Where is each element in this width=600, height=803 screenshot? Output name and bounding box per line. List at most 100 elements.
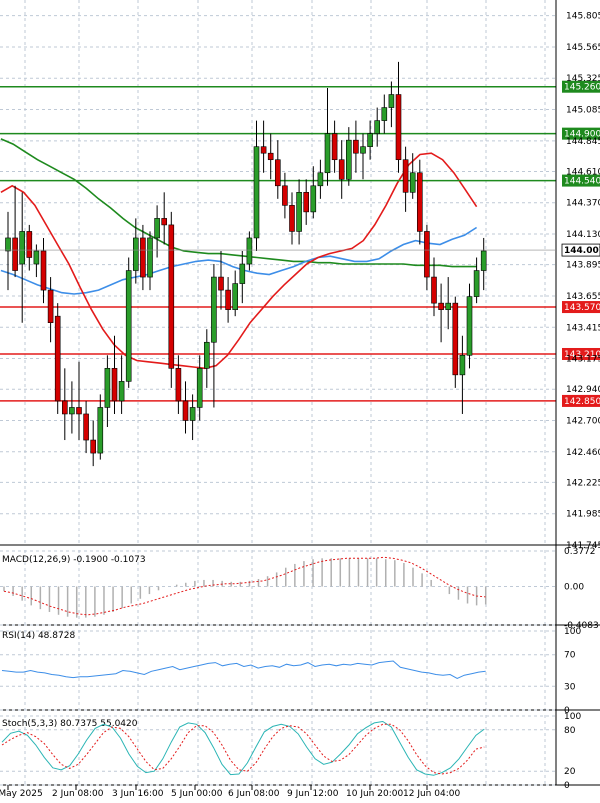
price-tick-label: 142.225 bbox=[566, 478, 600, 488]
bullish-candle bbox=[324, 133, 331, 174]
panel-tick-label: 0.3772 bbox=[564, 547, 596, 557]
support-resistance-levels: 145.260144.900144.540143.570143.210142.8… bbox=[0, 80, 600, 407]
price-tick-label: 141.985 bbox=[566, 510, 600, 520]
panel-tick-label: 30 bbox=[564, 682, 576, 692]
main-price-axis: 145.805 145.565 145.325 145.085 144.845 144.6… bbox=[0, 0, 600, 785]
rsi-line bbox=[1, 660, 486, 679]
bearish-candle bbox=[282, 185, 288, 206]
bearish-candle bbox=[260, 146, 267, 154]
bearish-candle bbox=[54, 315, 61, 402]
price-tick-label: 142.700 bbox=[566, 416, 600, 426]
bearish-candle bbox=[402, 159, 409, 193]
current-price-label: 144.007 bbox=[564, 246, 600, 256]
panel-tick-label: 100 bbox=[564, 712, 581, 722]
bullish-candle bbox=[473, 270, 480, 297]
support-level-label: 142.850 bbox=[564, 397, 600, 407]
bearish-candle bbox=[12, 237, 18, 271]
price-tick-label: 142.460 bbox=[566, 448, 600, 458]
price-tick-label: 144.370 bbox=[566, 199, 600, 209]
price-tick-label: 145.565 bbox=[566, 43, 600, 53]
bullish-candle bbox=[246, 237, 253, 265]
time-label: 3 Jun 16:00 bbox=[112, 789, 164, 799]
bearish-candle bbox=[61, 400, 68, 415]
panel-tick-label: 80 bbox=[564, 726, 576, 736]
bearish-candle bbox=[161, 218, 167, 226]
bullish-candle bbox=[33, 250, 40, 265]
ma-mid-line bbox=[0, 226, 478, 295]
bearish-candle bbox=[90, 439, 96, 454]
price-tick-label: 144.845 bbox=[566, 137, 600, 147]
panel-tick-label: 20 bbox=[564, 767, 576, 777]
price-tick-label: 144.130 bbox=[566, 230, 600, 240]
bearish-candle bbox=[83, 413, 89, 441]
bearish-candle bbox=[452, 302, 459, 376]
time-label: 12 Jun 04:00 bbox=[403, 789, 460, 799]
bullish-candle bbox=[253, 146, 260, 239]
price-tick-label: 142.940 bbox=[566, 385, 600, 395]
price-tick-label: 144.610 bbox=[566, 167, 600, 177]
price-tick-label: 143.895 bbox=[566, 261, 600, 271]
bearish-candle bbox=[267, 152, 274, 161]
time-label: 6 Jun 08:00 bbox=[228, 789, 280, 799]
bullish-candle bbox=[367, 133, 373, 147]
bearish-candle bbox=[303, 192, 310, 213]
bullish-candle bbox=[381, 107, 388, 121]
bullish-candle bbox=[374, 120, 381, 134]
support-level-label: 143.570 bbox=[564, 303, 600, 313]
bullish-candle bbox=[189, 407, 196, 421]
bearish-candle bbox=[438, 302, 444, 310]
bullish-candle bbox=[104, 368, 111, 408]
bearish-candle bbox=[338, 159, 345, 180]
time-label: 5 Jun 00:00 bbox=[171, 789, 223, 799]
stoch-label: Stoch(5,3,3) 80.7375 55.0420 bbox=[2, 719, 138, 729]
stoch-panel: Stoch(5,3,3) 80.7375 55.0420 100 80 20 0 bbox=[0, 712, 600, 791]
financial-chart[interactable]: 145.260144.900144.540143.570143.210142.8… bbox=[0, 0, 600, 803]
bullish-candle bbox=[5, 237, 11, 252]
price-tick-label: 145.325 bbox=[566, 74, 600, 84]
bullish-candle bbox=[118, 381, 125, 402]
candlestick-series bbox=[5, 61, 487, 467]
bearish-candle bbox=[40, 250, 47, 291]
panel-tick-label: 0.00 bbox=[564, 583, 584, 593]
bearish-candle bbox=[274, 159, 281, 187]
bullish-candle bbox=[480, 250, 487, 271]
bullish-candle bbox=[317, 172, 324, 187]
bullish-candle bbox=[296, 192, 302, 232]
bullish-candle bbox=[154, 218, 160, 239]
macd-label: MACD(12,26,9) -0.1900 -0.1073 bbox=[2, 555, 146, 565]
bearish-candle bbox=[168, 224, 175, 369]
time-label: 2 Jun 08:00 bbox=[52, 789, 104, 799]
rsi-panel: RSI(14) 48.8728 10070300 bbox=[0, 627, 600, 716]
bullish-candle bbox=[125, 270, 132, 382]
bullish-candle bbox=[239, 263, 246, 284]
bullish-candle bbox=[459, 354, 466, 376]
bullish-candle bbox=[345, 139, 352, 180]
panel-tick-label: 100 bbox=[564, 627, 581, 637]
bullish-candle bbox=[388, 94, 395, 108]
bearish-candle bbox=[225, 289, 231, 310]
price-tick-label: 145.085 bbox=[566, 106, 600, 116]
bearish-candle bbox=[140, 237, 146, 278]
bearish-candle bbox=[218, 276, 224, 291]
bearish-candle bbox=[76, 407, 82, 415]
bullish-candle bbox=[466, 296, 473, 356]
bullish-candle bbox=[310, 185, 317, 213]
bullish-candle bbox=[196, 368, 203, 408]
bullish-candle bbox=[409, 172, 416, 193]
bearish-candle bbox=[331, 133, 338, 161]
price-tick-label: 143.175 bbox=[566, 355, 600, 365]
bearish-candle bbox=[424, 231, 430, 278]
bearish-candle bbox=[47, 289, 54, 323]
bullish-candle bbox=[133, 237, 139, 271]
time-label: 9 Jun 12:00 bbox=[287, 789, 339, 799]
bearish-candle bbox=[182, 400, 189, 421]
bullish-candle bbox=[69, 407, 75, 415]
stoch-d-line bbox=[1, 723, 485, 775]
price-tick-label: 143.415 bbox=[566, 323, 600, 333]
bullish-candle bbox=[211, 276, 217, 343]
bullish-candle bbox=[97, 407, 104, 454]
resistance-level-label: 144.540 bbox=[564, 177, 600, 187]
bullish-candle bbox=[445, 302, 452, 310]
panel-tick-label: 70 bbox=[564, 651, 576, 661]
bullish-candle bbox=[19, 231, 26, 265]
